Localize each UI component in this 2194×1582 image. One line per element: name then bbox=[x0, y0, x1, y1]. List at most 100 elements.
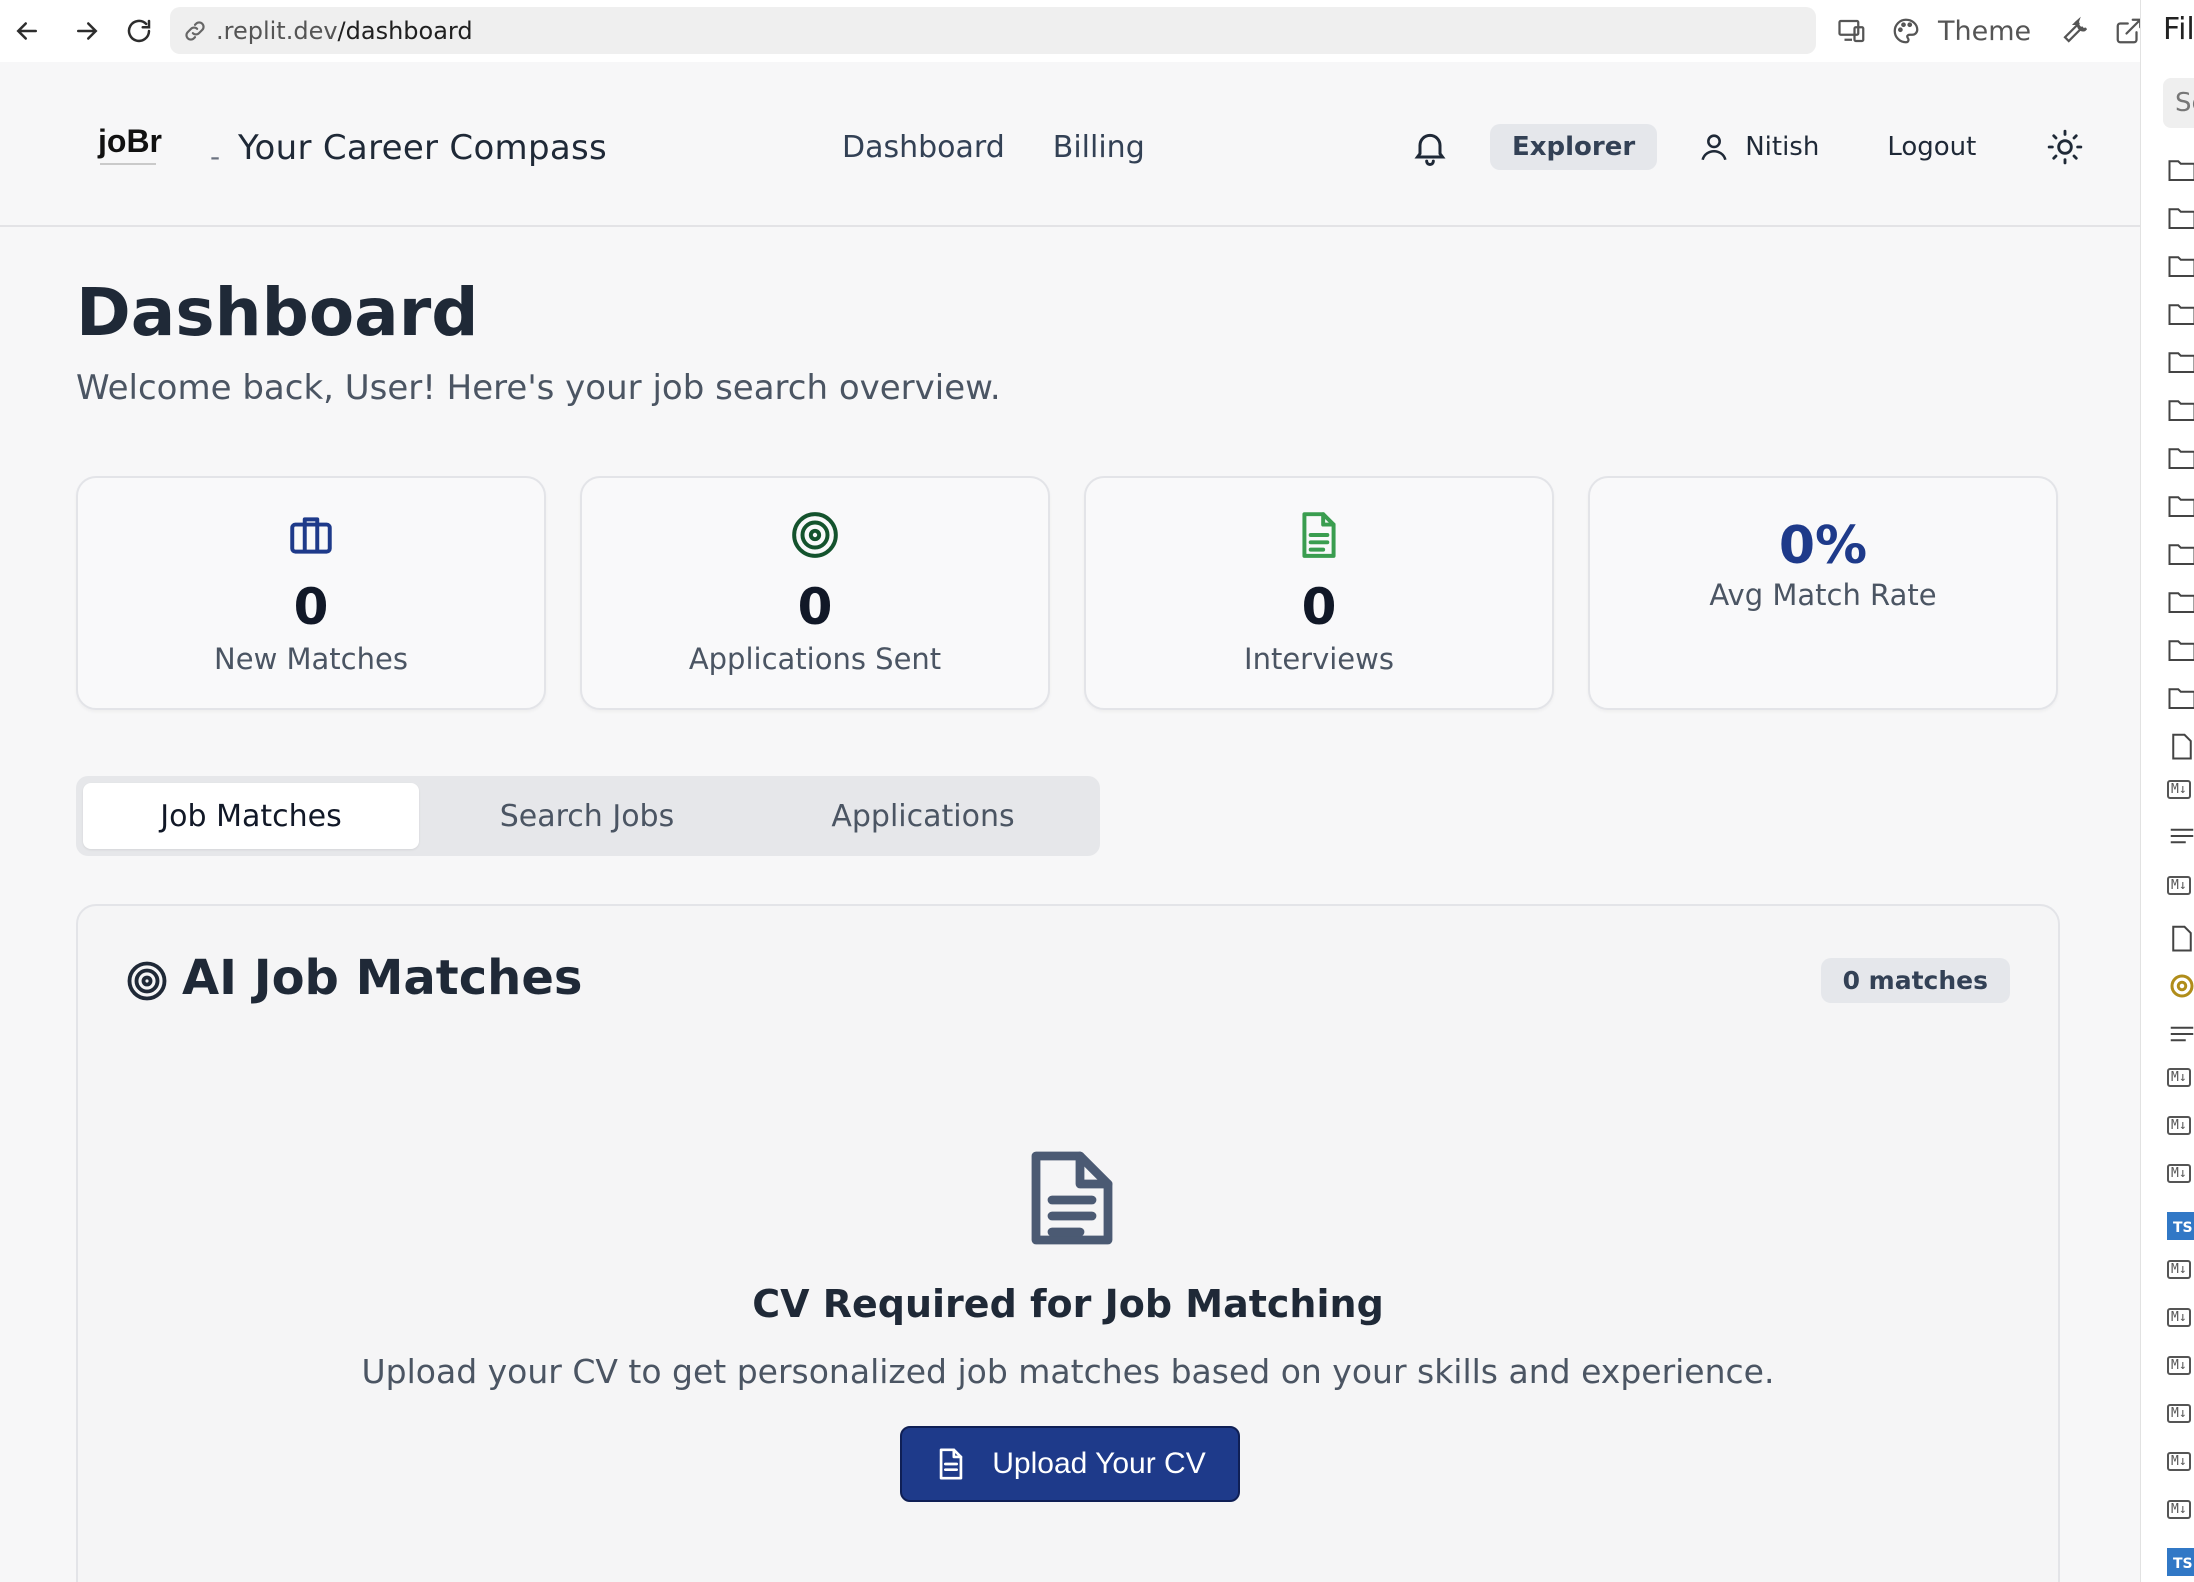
tab-applications[interactable]: Applications bbox=[755, 783, 1091, 849]
markdown-icon: M↓ bbox=[2167, 1068, 2191, 1087]
markdown-icon: M↓ bbox=[2167, 1308, 2191, 1327]
folder-item[interactable] bbox=[2167, 588, 2194, 618]
file-panel: Fil Se M↓ M↓ M↓ M↓ M↓ TS M↓ M↓ M↓ M↓ M↓ … bbox=[2140, 0, 2194, 1582]
empty-state-text: Upload your CV to get personalized job m… bbox=[361, 1352, 1775, 1391]
markdown-icon: M↓ bbox=[2167, 780, 2191, 799]
folder-item[interactable] bbox=[2167, 252, 2194, 282]
file-icon bbox=[2172, 733, 2192, 760]
back-button[interactable] bbox=[2, 6, 52, 56]
lines-icon bbox=[2170, 1026, 2194, 1042]
file-item[interactable] bbox=[2167, 924, 2194, 954]
browser-toolbar: .replit.dev/dashboard Theme bbox=[0, 0, 2142, 62]
plan-badge[interactable]: Explorer bbox=[1490, 124, 1658, 170]
markdown-file-item[interactable]: M↓ bbox=[2167, 1062, 2194, 1092]
wrench-icon bbox=[2063, 16, 2088, 43]
folder-icon bbox=[2168, 592, 2194, 613]
stat-card-interviews: 0 Interviews bbox=[1084, 476, 1554, 710]
bell-icon[interactable] bbox=[1410, 127, 1450, 167]
folder-icon bbox=[2168, 256, 2194, 277]
main-nav: Dashboard Billing bbox=[842, 130, 1145, 165]
text-file-item[interactable] bbox=[2167, 1020, 2194, 1050]
folder-item[interactable] bbox=[2167, 492, 2194, 522]
stat-value: 0% bbox=[1778, 516, 1868, 576]
folder-item[interactable] bbox=[2167, 348, 2194, 378]
nav-billing[interactable]: Billing bbox=[1053, 130, 1145, 165]
folder-icon bbox=[2168, 496, 2194, 517]
folder-item[interactable] bbox=[2167, 636, 2194, 666]
document-icon bbox=[1031, 1151, 1113, 1245]
file-item[interactable] bbox=[2167, 732, 2194, 762]
stat-value: 0 bbox=[1301, 578, 1337, 636]
logo-graphic: joBr bbox=[97, 123, 162, 165]
page-title: Dashboard bbox=[76, 274, 479, 351]
markdown-file-item[interactable]: M↓ bbox=[2167, 870, 2194, 900]
forward-button[interactable] bbox=[62, 6, 112, 56]
palette-icon bbox=[1893, 18, 1919, 44]
folder-icon bbox=[2168, 352, 2194, 373]
stat-label: Avg Match Rate bbox=[1709, 578, 1937, 612]
theme-button[interactable] bbox=[1884, 9, 1928, 53]
lines-icon bbox=[2170, 828, 2194, 844]
logo-wordmark: joBr bbox=[97, 123, 162, 159]
upload-cv-button[interactable]: Upload Your CV bbox=[900, 1426, 1240, 1502]
folder-icon bbox=[2168, 448, 2194, 469]
arrow-left-icon bbox=[16, 22, 37, 40]
markdown-icon: M↓ bbox=[2167, 1356, 2191, 1375]
file-search-input[interactable]: Se bbox=[2163, 78, 2194, 128]
brand-tagline: Your Career Compass bbox=[238, 128, 608, 168]
typescript-file-item[interactable]: TS bbox=[2167, 1212, 2194, 1242]
folder-item[interactable] bbox=[2167, 204, 2194, 234]
stats-row: 0 New Matches 0 Applications Sent 0 Inte… bbox=[76, 476, 2058, 710]
folder-icon bbox=[2168, 400, 2194, 421]
header-actions: Explorer Nitish Logout bbox=[1410, 124, 2084, 170]
markdown-icon: M↓ bbox=[2167, 1404, 2191, 1423]
markdown-file-item[interactable]: M↓ bbox=[2167, 1398, 2194, 1428]
theme-label[interactable]: Theme bbox=[1938, 16, 2031, 47]
markdown-file-item[interactable]: M↓ bbox=[2167, 1350, 2194, 1380]
markdown-file-item[interactable]: M↓ bbox=[2167, 1158, 2194, 1188]
nav-dashboard[interactable]: Dashboard bbox=[842, 130, 1005, 165]
devices-icon bbox=[1838, 19, 1865, 43]
markdown-file-item[interactable]: M↓ bbox=[2167, 1446, 2194, 1476]
folder-icon bbox=[2168, 688, 2194, 709]
typescript-file-item[interactable]: TS bbox=[2167, 1548, 2194, 1578]
markdown-file-item[interactable]: M↓ bbox=[2167, 1494, 2194, 1524]
tools-button[interactable] bbox=[2053, 9, 2097, 53]
matches-title: AI Job Matches bbox=[182, 950, 583, 1006]
address-bar[interactable]: .replit.dev/dashboard bbox=[170, 7, 1816, 54]
folder-icon bbox=[2168, 304, 2194, 325]
logout-button[interactable]: Logout bbox=[1887, 132, 1976, 162]
folder-item[interactable] bbox=[2167, 540, 2194, 570]
markdown-file-item[interactable]: M↓ bbox=[2167, 1110, 2194, 1140]
config-file-item[interactable] bbox=[2167, 972, 2194, 1002]
sun-icon[interactable] bbox=[2046, 128, 2084, 166]
brand-logo[interactable]: joBr bbox=[96, 118, 176, 176]
folder-item[interactable] bbox=[2167, 300, 2194, 330]
stat-card-applications-sent: 0 Applications Sent bbox=[580, 476, 1050, 710]
folder-item[interactable] bbox=[2167, 444, 2194, 474]
app-header: joBr - Your Career Compass Dashboard Bil… bbox=[0, 62, 2140, 227]
markdown-file-item[interactable]: M↓ bbox=[2167, 1254, 2194, 1284]
upload-cv-label: Upload Your CV bbox=[992, 1447, 1206, 1480]
user-name[interactable]: Nitish bbox=[1745, 132, 1819, 162]
folder-item[interactable] bbox=[2167, 156, 2194, 186]
devices-button[interactable] bbox=[1830, 9, 1874, 53]
file-text-icon bbox=[939, 1448, 963, 1480]
folder-item[interactable] bbox=[2167, 396, 2194, 426]
markdown-file-item[interactable]: M↓ bbox=[2167, 1302, 2194, 1332]
text-file-item[interactable] bbox=[2167, 822, 2194, 852]
url-path: /dashboard bbox=[337, 16, 473, 45]
folder-item[interactable] bbox=[2167, 684, 2194, 714]
file-icon bbox=[2172, 925, 2192, 952]
tab-search-jobs[interactable]: Search Jobs bbox=[419, 783, 755, 849]
markdown-icon: M↓ bbox=[2167, 1500, 2191, 1519]
reload-button[interactable] bbox=[114, 6, 164, 56]
browser-tools: Theme bbox=[1830, 8, 2151, 54]
url-host: .replit.dev bbox=[216, 16, 338, 45]
target-icon bbox=[127, 961, 167, 1001]
markdown-icon: M↓ bbox=[2167, 1452, 2191, 1471]
tab-job-matches[interactable]: Job Matches bbox=[83, 783, 419, 849]
empty-state-title: CV Required for Job Matching bbox=[752, 1282, 1384, 1326]
markdown-file-item[interactable]: M↓ bbox=[2167, 774, 2194, 804]
folder-icon bbox=[2168, 640, 2194, 661]
